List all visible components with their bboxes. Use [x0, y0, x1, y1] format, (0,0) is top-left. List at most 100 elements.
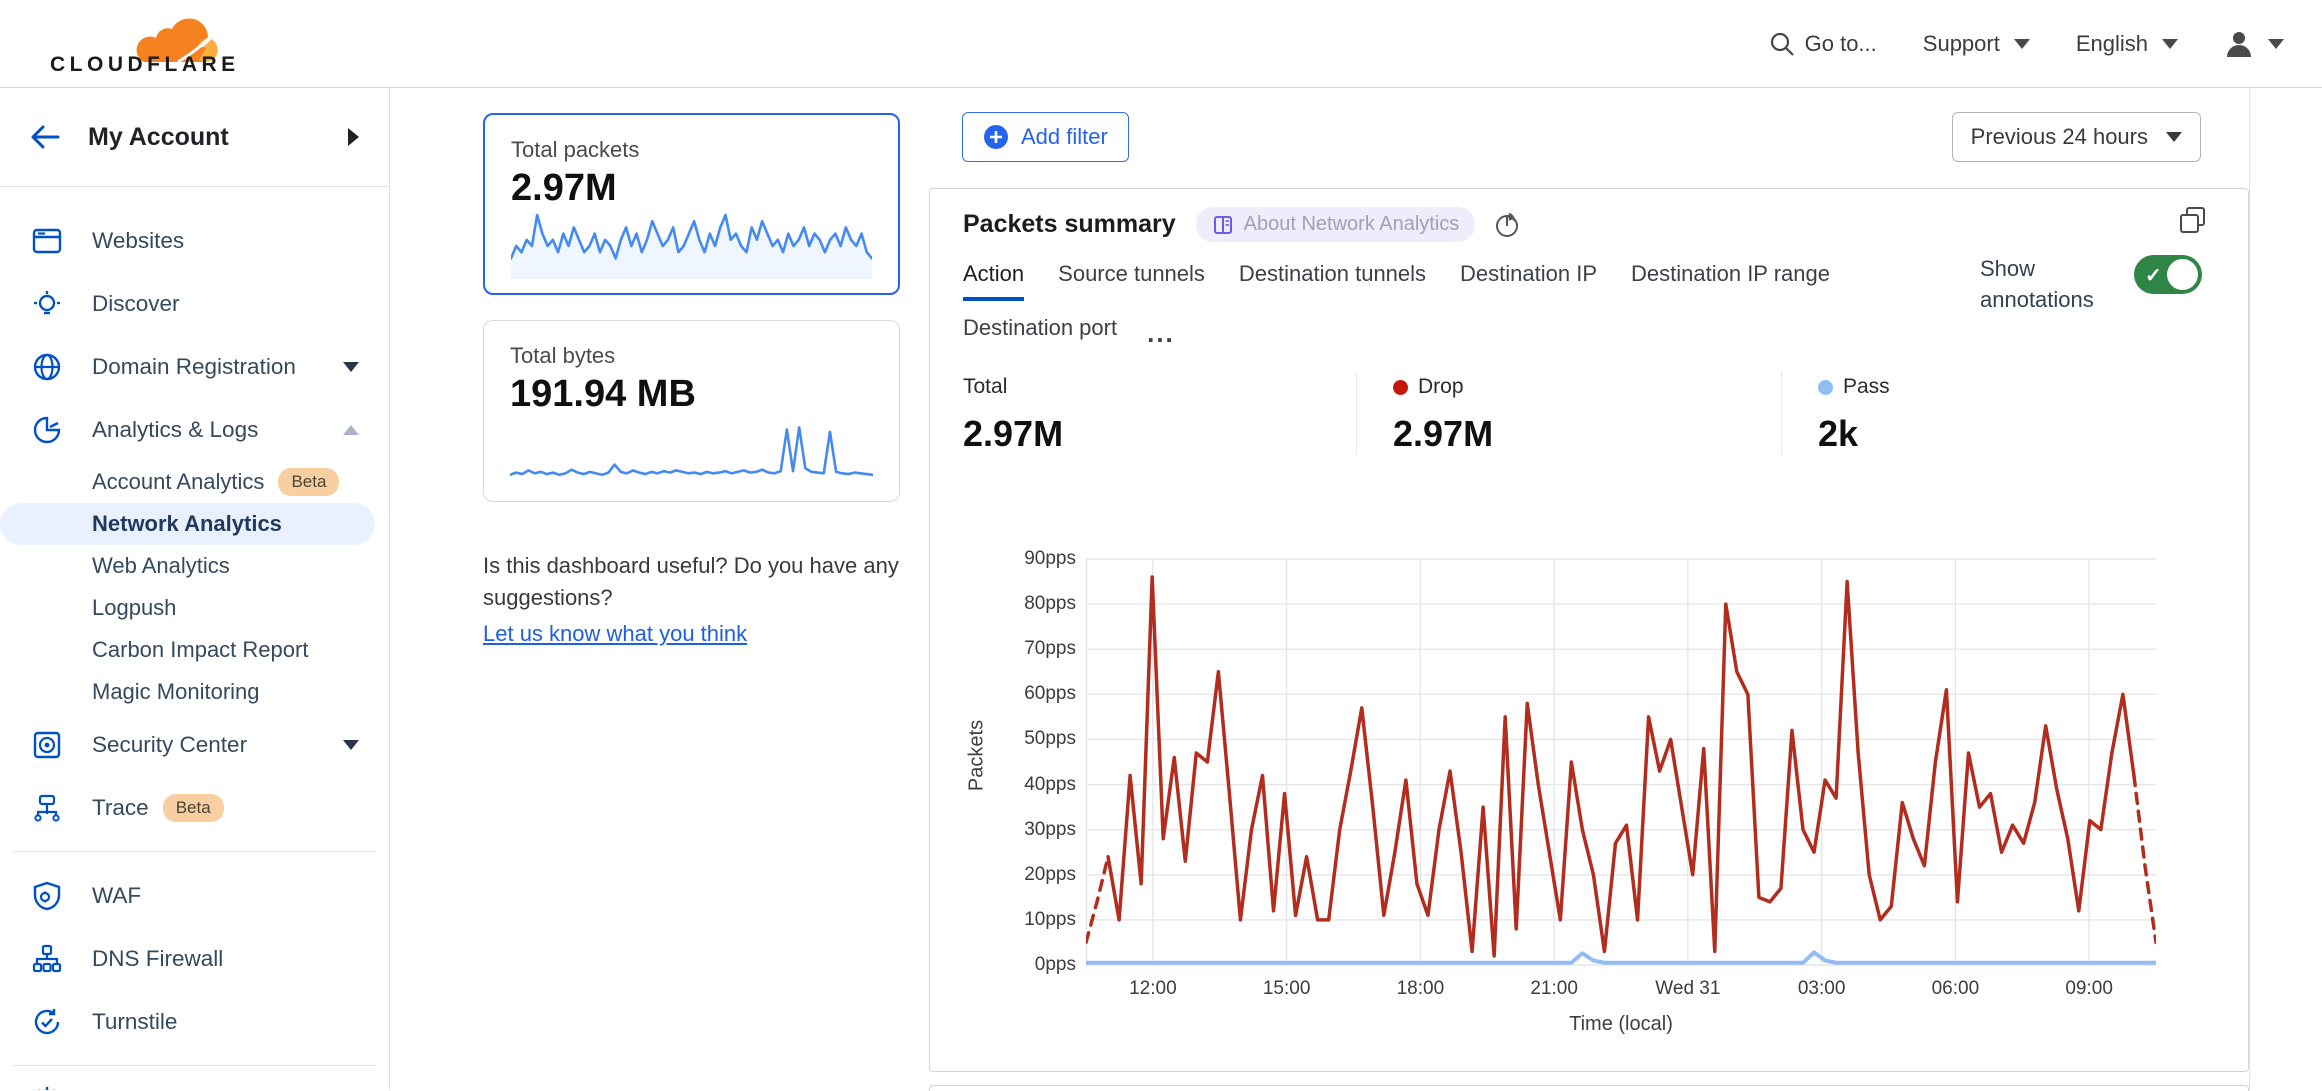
annotations-toggle[interactable]: ✓	[2134, 255, 2202, 294]
tab-destination-ip[interactable]: Destination IP	[1460, 261, 1597, 297]
sidebar-item-trace[interactable]: Trace Beta	[0, 776, 389, 839]
dimension-tabs: Action Source tunnels Destination tunnel…	[963, 261, 1843, 351]
sidebar-nav: Websites Discover Domain Registration	[0, 187, 389, 1090]
hierarchy-icon	[32, 944, 62, 974]
pass-stat: Pass 2k	[1781, 371, 2208, 455]
sidebar-subitem-web-analytics[interactable]: Web Analytics	[0, 545, 389, 587]
drop-stat: Drop 2.97M	[1356, 371, 1781, 455]
sidebar-subitem-network-analytics[interactable]: Network Analytics	[0, 503, 375, 545]
sparkle-icon	[32, 1083, 62, 1090]
back-arrow-icon[interactable]	[30, 125, 60, 149]
sidebar-subitem-label: Magic Monitoring	[92, 679, 260, 705]
sidebar-item-security-center[interactable]: Security Center	[0, 713, 389, 776]
feedback-link[interactable]: Let us know what you think	[483, 618, 747, 650]
feedback-block: Is this dashboard useful? Do you have an…	[483, 550, 913, 650]
sidebar-item-discover[interactable]: Discover	[0, 272, 389, 335]
total-label: Total	[963, 375, 1007, 399]
x-tick-label: 21:00	[1509, 978, 1599, 1000]
sidebar-item-websites[interactable]: Websites	[0, 209, 389, 272]
time-range-label: Previous 24 hours	[1971, 124, 2148, 150]
goto-search[interactable]: Go to...	[1769, 31, 1877, 57]
sidebar-item-analytics-logs[interactable]: Analytics & Logs	[0, 398, 389, 461]
y-tick-label: 0pps	[970, 954, 1076, 976]
sidebar-item-label: Websites	[92, 228, 184, 254]
trace-icon	[32, 793, 62, 823]
more-tabs-button[interactable]: ...	[1147, 328, 1175, 338]
about-network-analytics-badge[interactable]: About Network Analytics	[1196, 207, 1476, 242]
sidebar-item-waf[interactable]: WAF	[0, 864, 389, 927]
sidebar: My Account Websites Discover	[0, 88, 390, 1090]
y-tick-label: 60pps	[970, 683, 1076, 705]
total-value: 2.97M	[963, 413, 1356, 455]
chart-svg	[1086, 558, 2156, 966]
sidebar-item-domain-registration[interactable]: Domain Registration	[0, 335, 389, 398]
sidebar-item-label: Turnstile	[92, 1009, 177, 1035]
series-drop-dashed	[1086, 857, 1108, 943]
tab-source-tunnels[interactable]: Source tunnels	[1058, 261, 1205, 297]
sidebar-subitem-label: Web Analytics	[92, 553, 230, 579]
totals-row: Total 2.97M Drop 2.97M Pass 2k	[963, 371, 2208, 455]
stat-value: 191.94 MB	[510, 373, 873, 416]
x-axis-title: Time (local)	[1086, 1013, 2156, 1036]
account-row[interactable]: My Account	[0, 88, 389, 187]
add-filter-button[interactable]: Add filter	[962, 112, 1129, 162]
y-tick-label: 30pps	[970, 819, 1076, 841]
sidebar-item-partial[interactable]	[0, 1078, 389, 1090]
y-tick-label: 90pps	[970, 548, 1076, 570]
show-annotations-label: Show annotations	[1980, 253, 2104, 315]
add-filter-label: Add filter	[1021, 124, 1108, 150]
chevron-down-icon	[2268, 39, 2284, 49]
total-packets-card[interactable]: Total packets 2.97M	[483, 113, 900, 295]
time-range-button[interactable]: Previous 24 hours	[1952, 112, 2201, 162]
sidebar-item-label: Discover	[92, 291, 180, 317]
y-tick-label: 40pps	[970, 774, 1076, 796]
tab-action[interactable]: Action	[963, 261, 1024, 301]
plus-circle-icon	[983, 124, 1009, 150]
chevron-down-icon	[2162, 39, 2178, 49]
x-tick-label: 15:00	[1242, 978, 1332, 1000]
sidebar-item-label: Security Center	[92, 732, 247, 758]
packets-time-series-chart	[1086, 558, 2156, 966]
sidebar-subitem-magic-monitoring[interactable]: Magic Monitoring	[0, 671, 389, 713]
cloudflare-logo: CLOUDFLARE	[50, 52, 240, 77]
tab-destination-tunnels[interactable]: Destination tunnels	[1239, 261, 1426, 297]
sidebar-divider	[13, 1065, 376, 1066]
about-badge-label: About Network Analytics	[1244, 213, 1460, 236]
support-menu[interactable]: Support	[1923, 31, 2030, 57]
sidebar-subitem-account-analytics[interactable]: Account Analytics Beta	[0, 461, 389, 503]
next-panel-edge	[929, 1085, 2249, 1091]
pass-legend-dot	[1818, 380, 1833, 395]
duplicate-icon[interactable]	[2178, 205, 2208, 235]
chevron-right-icon[interactable]	[348, 128, 359, 146]
series-drop	[1108, 577, 2134, 956]
sidebar-item-label: WAF	[92, 883, 141, 909]
y-tick-label: 20pps	[970, 864, 1076, 886]
beta-badge: Beta	[163, 794, 224, 822]
security-center-icon	[32, 730, 62, 760]
chevron-up-icon	[343, 425, 359, 435]
sidebar-subitem-logpush[interactable]: Logpush	[0, 587, 389, 629]
sidebar-subitem-label: Account Analytics	[92, 469, 264, 495]
sidebar-subitem-label: Network Analytics	[92, 511, 282, 537]
sidebar-item-label: Analytics & Logs	[92, 417, 258, 443]
sidebar-item-dns-firewall[interactable]: DNS Firewall	[0, 927, 389, 990]
logo-wordmark: CLOUDFLARE	[50, 53, 240, 77]
chevron-down-icon	[2166, 132, 2182, 142]
book-icon	[1212, 214, 1234, 236]
refresh-check-icon	[32, 1007, 62, 1037]
sidebar-subitem-carbon-impact-report[interactable]: Carbon Impact Report	[0, 629, 389, 671]
tab-destination-port[interactable]: Destination port	[963, 315, 1117, 351]
x-tick-label: 12:00	[1108, 978, 1198, 1000]
sidebar-item-turnstile[interactable]: Turnstile	[0, 990, 389, 1053]
sidebar-subitem-label: Carbon Impact Report	[92, 637, 308, 663]
user-icon	[2224, 29, 2254, 59]
sidebar-subitem-label: Logpush	[92, 595, 176, 621]
tab-destination-ip-range[interactable]: Destination IP range	[1631, 261, 1830, 297]
x-tick-label: 18:00	[1375, 978, 1465, 1000]
bytes-sparkline	[510, 421, 873, 487]
language-menu[interactable]: English	[2076, 31, 2178, 57]
total-bytes-card[interactable]: Total bytes 191.94 MB	[483, 320, 900, 502]
language-label: English	[2076, 31, 2148, 57]
pie-chart-toggle-icon[interactable]	[1495, 212, 1521, 238]
account-menu[interactable]	[2224, 29, 2284, 59]
